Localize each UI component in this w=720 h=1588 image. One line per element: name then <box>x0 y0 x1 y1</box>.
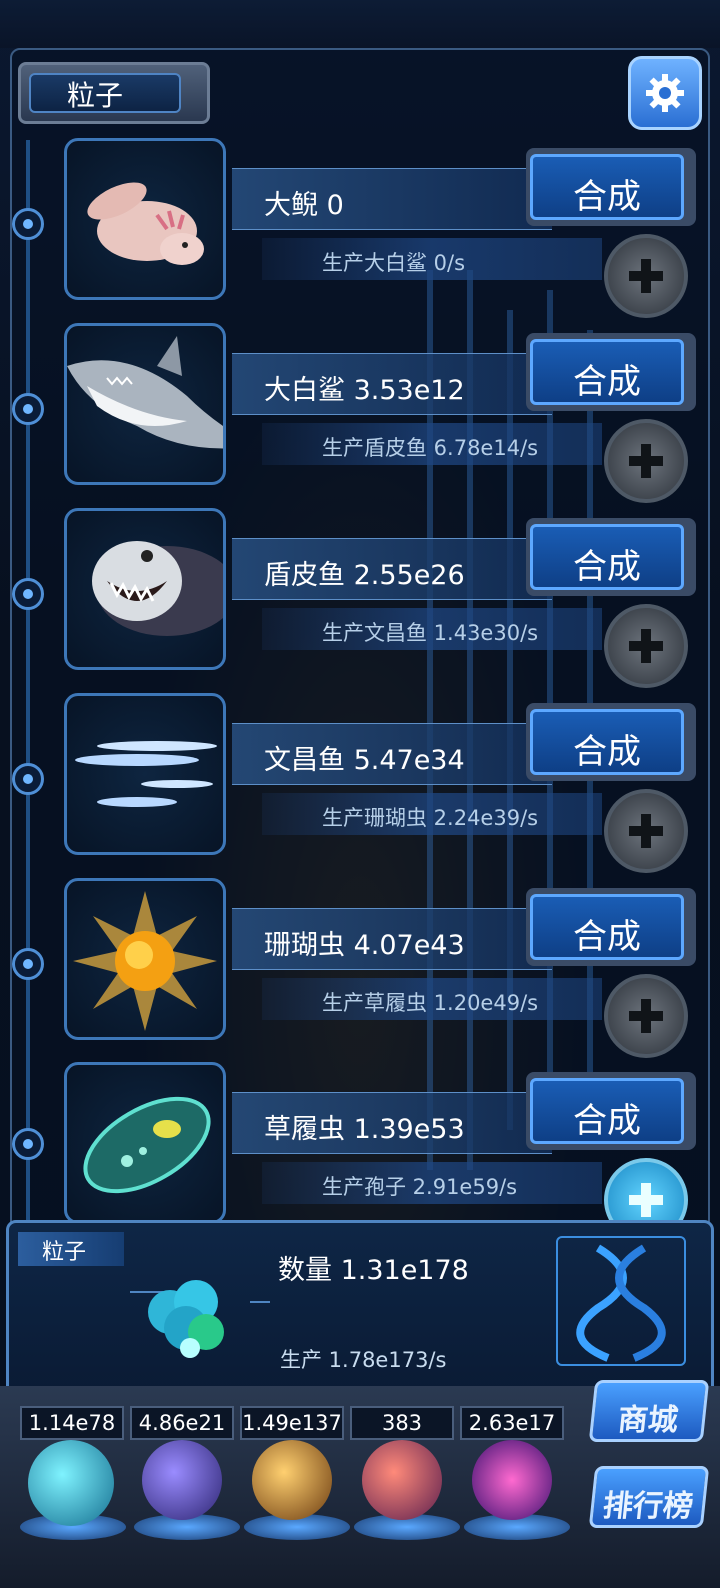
atom-orb[interactable] <box>20 1440 126 1540</box>
production-bar: 生产草履虫 1.20e49/s <box>262 978 602 1020</box>
salamander-icon <box>87 182 204 265</box>
combine-label: 合成 <box>573 177 641 217</box>
production-rate: 生产孢子 2.91e59/s <box>322 1175 518 1199</box>
brain-orb[interactable] <box>354 1440 460 1540</box>
creature-name-bar: 大鲵 0 <box>232 168 552 230</box>
upgrade-plus-button[interactable] <box>604 419 688 503</box>
ranking-button[interactable]: 排行榜 <box>588 1466 710 1528</box>
resource-value: 4.86e21 <box>130 1406 234 1440</box>
creature-name-count: 盾皮鱼 2.55e26 <box>264 560 465 591</box>
production-rate: 生产大白鲨 0/s <box>322 251 466 275</box>
particle-cluster-icon <box>130 1280 270 1358</box>
particle-production: 生产 1.78e173/s <box>280 1348 447 1372</box>
resource-value: 383 <box>350 1406 454 1440</box>
settings-button[interactable] <box>628 56 702 130</box>
production-bar: 生产盾皮鱼 6.78e14/s <box>262 423 602 465</box>
production-bar: 生产大白鲨 0/s <box>262 238 602 280</box>
upgrade-plus-button[interactable] <box>604 974 688 1058</box>
combine-button[interactable]: 合成 <box>530 154 684 220</box>
placoderm-icon <box>92 541 223 636</box>
creature-portrait <box>64 878 226 1040</box>
particle-tag: 粒子 <box>18 1232 124 1266</box>
plus-icon-bar <box>641 814 651 848</box>
combine-label: 合成 <box>573 547 641 587</box>
plus-icon-bar <box>641 444 651 478</box>
combine-button[interactable]: 合成 <box>530 894 684 960</box>
fire-orb[interactable] <box>244 1440 350 1540</box>
upgrade-plus-button[interactable] <box>604 234 688 318</box>
combine-button[interactable]: 合成 <box>530 524 684 590</box>
creature-row: 大白鲨 3.53e12 合成 生产盾皮鱼 6.78e14/s <box>0 323 720 503</box>
production-rate: 生产草履虫 1.20e49/s <box>322 991 539 1015</box>
title-tag: 粒子 <box>18 62 210 124</box>
resource-value: 1.49e137 <box>240 1406 344 1440</box>
creature-name-count: 文昌鱼 5.47e34 <box>264 745 465 776</box>
combine-button[interactable]: 合成 <box>530 339 684 405</box>
dna-icon <box>576 1244 666 1362</box>
lancelet-icon <box>75 741 217 807</box>
production-bar: 生产文昌鱼 1.43e30/s <box>262 608 602 650</box>
shark-icon <box>67 336 223 449</box>
resource-value: 2.63e17 <box>460 1406 564 1440</box>
creature-name-bar: 大白鲨 3.53e12 <box>232 353 552 415</box>
creature-portrait <box>64 693 226 855</box>
creature-name-bar: 草履虫 1.39e53 <box>232 1092 552 1154</box>
plus-icon-bar <box>641 999 651 1033</box>
creature-name-count: 草履虫 1.39e53 <box>264 1114 465 1145</box>
lightning-orb-icon <box>142 1440 222 1520</box>
combine-button[interactable]: 合成 <box>530 709 684 775</box>
creature-row: 盾皮鱼 2.55e26 合成 生产文昌鱼 1.43e30/s <box>0 508 720 688</box>
combine-label: 合成 <box>573 1101 641 1141</box>
coral-polyp-icon <box>73 891 217 1031</box>
production-rate: 生产文昌鱼 1.43e30/s <box>322 621 539 645</box>
production-bar: 生产孢子 2.91e59/s <box>262 1162 602 1204</box>
gear-icon <box>646 74 684 112</box>
creature-name-count: 大鲵 0 <box>264 190 344 221</box>
creature-row: 文昌鱼 5.47e34 合成 生产珊瑚虫 2.24e39/s <box>0 693 720 873</box>
vortex-orb[interactable] <box>464 1440 570 1540</box>
creature-row: 草履虫 1.39e53 合成 生产孢子 2.91e59/s <box>0 1062 720 1242</box>
paramecium-icon <box>83 1096 211 1194</box>
creature-row: 大鲵 0 合成 生产大白鲨 0/s <box>0 138 720 318</box>
upgrade-plus-button[interactable] <box>604 789 688 873</box>
plus-icon-bar <box>641 629 651 663</box>
creature-name-bar: 文昌鱼 5.47e34 <box>232 723 552 785</box>
page-title: 粒子 <box>67 79 124 112</box>
creature-portrait <box>64 1062 226 1224</box>
creature-name-count: 大白鲨 3.53e12 <box>264 375 465 406</box>
production-bar: 生产珊瑚虫 2.24e39/s <box>262 793 602 835</box>
shop-label: 商城 <box>616 1403 680 1438</box>
production-rate: 生产盾皮鱼 6.78e14/s <box>322 436 539 460</box>
upgrade-plus-button[interactable] <box>604 604 688 688</box>
creature-name-bar: 盾皮鱼 2.55e26 <box>232 538 552 600</box>
fire-orb-icon <box>252 1440 332 1520</box>
atom-orb-icon <box>28 1440 114 1526</box>
lightning-orb[interactable] <box>134 1440 240 1540</box>
creature-row: 珊瑚虫 4.07e43 合成 生产草履虫 1.20e49/s <box>0 878 720 1058</box>
particle-quantity: 数量 1.31e178 <box>278 1255 469 1286</box>
combine-label: 合成 <box>573 732 641 772</box>
dna-box <box>556 1236 686 1366</box>
vortex-orb-icon <box>472 1440 552 1520</box>
creature-portrait <box>64 508 226 670</box>
creature-name-bar: 珊瑚虫 4.07e43 <box>232 908 552 970</box>
resource-value: 1.14e78 <box>20 1406 124 1440</box>
combine-label: 合成 <box>573 362 641 402</box>
plus-icon-bar <box>641 1183 651 1217</box>
brain-orb-icon <box>362 1440 442 1520</box>
combine-button[interactable]: 合成 <box>530 1078 684 1144</box>
ranking-label: 排行榜 <box>601 1489 695 1524</box>
particle-tag-label: 粒子 <box>42 1240 87 1265</box>
shop-button[interactable]: 商城 <box>588 1380 710 1442</box>
combine-label: 合成 <box>573 917 641 957</box>
creature-name-count: 珊瑚虫 4.07e43 <box>264 930 465 961</box>
creature-portrait <box>64 323 226 485</box>
production-rate: 生产珊瑚虫 2.24e39/s <box>322 806 539 830</box>
creature-portrait <box>64 138 226 300</box>
top-strip <box>0 0 720 48</box>
plus-icon-bar <box>641 259 651 293</box>
